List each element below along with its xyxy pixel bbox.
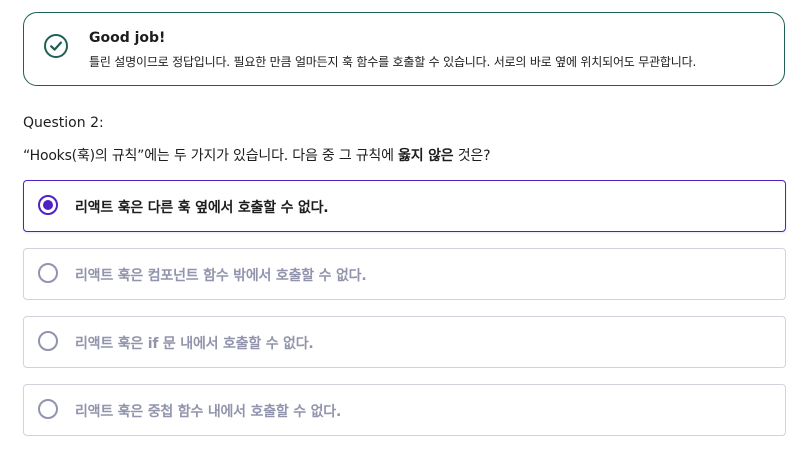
question-text: “Hooks(훅)의 규칙”에는 두 가지가 있습니다. 다음 중 그 규칙에 … [23,145,490,165]
feedback-alert: Good job! 틀린 설명이므로 정답입니다. 필요한 만큼 얼마든지 훅 … [23,12,785,86]
check-circle-icon [44,34,68,58]
radio-unselected-icon[interactable] [38,331,58,351]
question-text-before: “Hooks(훅)의 규칙”에는 두 가지가 있습니다. 다음 중 그 규칙에 [23,148,399,164]
radio-unselected-icon[interactable] [38,263,58,283]
answer-option-2[interactable]: 리액트 훅은 컴포넌트 함수 밖에서 호출할 수 없다. [23,248,786,300]
answer-option-label: 리액트 훅은 if 문 내에서 호출할 수 없다. [75,336,314,352]
question-text-after: 것은? [453,148,491,164]
question-text-emphasis: 옳지 않은 [398,148,454,164]
answer-option-3[interactable]: 리액트 훅은 if 문 내에서 호출할 수 없다. [23,316,786,368]
radio-unselected-icon[interactable] [38,399,58,419]
answer-option-4[interactable]: 리액트 훅은 중첩 함수 내에서 호출할 수 없다. [23,384,786,436]
quiz-page: Good job! 틀린 설명이므로 정답입니다. 필요한 만큼 얼마든지 훅 … [0,0,807,451]
feedback-body: 틀린 설명이므로 정답입니다. 필요한 만큼 얼마든지 훅 함수를 호출할 수 … [89,55,697,69]
answer-option-label: 리액트 훅은 다른 훅 옆에서 호출할 수 없다. [75,200,329,216]
feedback-title: Good job! [89,30,166,46]
answer-option-1[interactable]: 리액트 훅은 다른 훅 옆에서 호출할 수 없다. [23,180,786,232]
question-number: Question 2: [23,115,104,131]
answer-option-label: 리액트 훅은 컴포넌트 함수 밖에서 호출할 수 없다. [75,268,367,284]
answer-option-label: 리액트 훅은 중첩 함수 내에서 호출할 수 없다. [75,404,342,420]
radio-selected-icon[interactable] [37,194,58,215]
radio-dot [42,199,53,210]
